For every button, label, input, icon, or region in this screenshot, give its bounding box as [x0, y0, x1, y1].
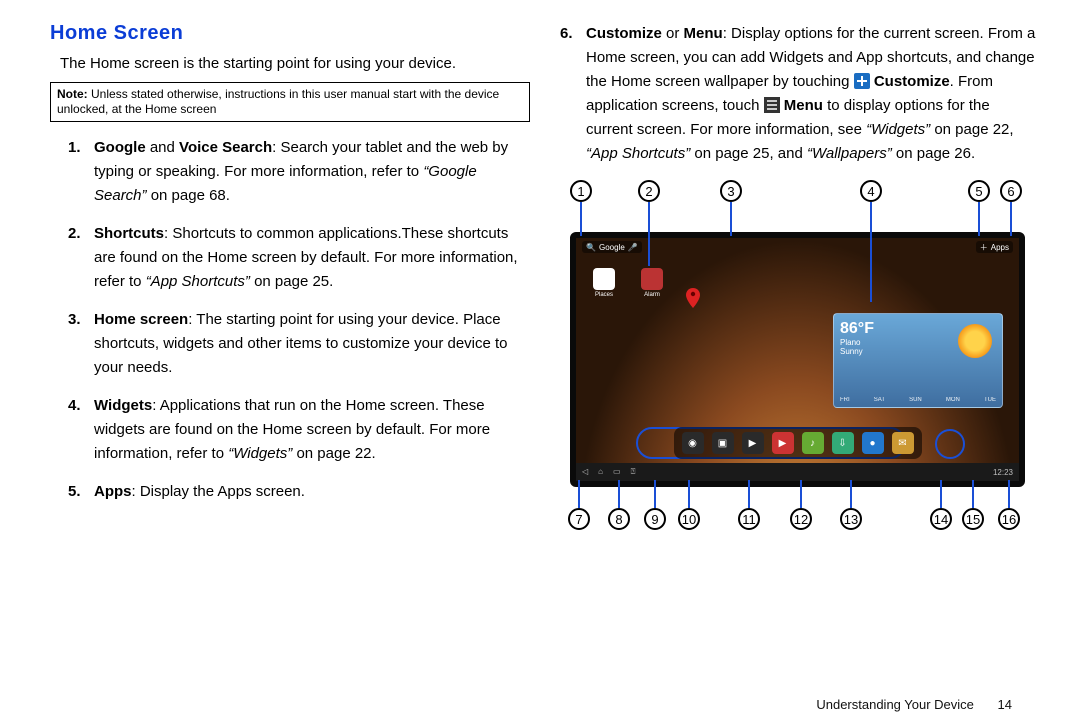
callout: 1	[570, 180, 592, 202]
shortcut-alarm[interactable]: Alarm	[638, 268, 666, 298]
item-term: Home screen	[94, 311, 188, 328]
callout: 7	[568, 508, 590, 530]
list-item: 2. Shortcuts: Shortcuts to common applic…	[68, 222, 530, 294]
section-heading: Home Screen	[50, 22, 530, 45]
list-item: 3. Home screen: The starting point for u…	[68, 308, 530, 380]
list-item: 4. Widgets: Applications that run on the…	[68, 394, 530, 466]
shortcut-places[interactable]: Places	[590, 268, 618, 298]
note-text: Unless stated otherwise, instructions in…	[57, 87, 499, 116]
callout: 12	[790, 508, 812, 530]
callout: 3	[720, 180, 742, 202]
note-box: Note: Unless stated otherwise, instructi…	[50, 82, 530, 122]
apps-chip[interactable]: ＋ Apps	[976, 241, 1013, 253]
list-item: 1. Google and Voice Search: Search your …	[68, 136, 530, 208]
callout: 10	[678, 508, 700, 530]
callout: 4	[860, 180, 882, 202]
item-term: Google	[94, 139, 146, 156]
item-number: 3.	[68, 308, 81, 332]
item-number: 6.	[560, 22, 573, 46]
map-pin-icon	[686, 288, 700, 308]
clock: 12:23	[993, 468, 1013, 477]
callout: 15	[962, 508, 984, 530]
dock: ◉ ▣ ▶ ▶ ♪ ⇩ ● ✉	[674, 427, 922, 459]
list-item: 6. Customize or Menu: Display options fo…	[560, 22, 1040, 166]
callout: 14	[930, 508, 952, 530]
item-term: Apps	[94, 483, 132, 500]
page-footer: Understanding Your Device 14	[816, 697, 1012, 712]
weather-widget[interactable]: 86°F Plano Sunny FRI SAT SUN MON TUE	[833, 313, 1003, 408]
callout: 2	[638, 180, 660, 202]
item-term: Shortcuts	[94, 225, 164, 242]
right-column: 6. Customize or Menu: Display options fo…	[560, 22, 1040, 540]
item-number: 1.	[68, 136, 81, 160]
note-label: Note:	[57, 87, 88, 101]
callout: 13	[840, 508, 862, 530]
numbered-list-cont: 6. Customize or Menu: Display options fo…	[560, 22, 1040, 166]
footer-page: 14	[998, 697, 1012, 712]
home-icon[interactable]: ⌂	[598, 467, 603, 477]
callout: 11	[738, 508, 760, 530]
dock-music[interactable]: ♪	[802, 432, 824, 454]
dock-video[interactable]: ▶	[742, 432, 764, 454]
browser-ring	[935, 429, 965, 459]
system-bar: ◁ ⌂ ▭ ⍰ 12:23	[576, 463, 1019, 481]
screenshot-icon[interactable]: ⍰	[631, 467, 636, 477]
intro-text: The Home screen is the starting point fo…	[60, 55, 530, 72]
plus-icon	[854, 73, 870, 89]
list-item: 5. Apps: Display the Apps screen.	[68, 480, 530, 504]
item-number: 2.	[68, 222, 81, 246]
left-column: Home Screen The Home screen is the start…	[50, 22, 530, 540]
item-number: 4.	[68, 394, 81, 418]
item-number: 5.	[68, 480, 81, 504]
callout: 5	[968, 180, 990, 202]
item-term: Widgets	[94, 397, 152, 414]
cross-ref: “App Shortcuts”	[146, 273, 250, 290]
callout: 16	[998, 508, 1020, 530]
footer-section: Understanding Your Device	[816, 697, 974, 712]
back-icon[interactable]: ◁	[582, 467, 588, 477]
google-search-chip[interactable]: 🔍 Google 🎤	[582, 241, 642, 253]
status-row: 🔍 Google 🎤 ＋ Apps	[576, 241, 1019, 257]
home-shortcuts: Places Alarm	[590, 268, 666, 298]
callout: 6	[1000, 180, 1022, 202]
cross-ref: “Widgets”	[228, 445, 292, 462]
dock-camera[interactable]: ◉	[682, 432, 704, 454]
callout: 9	[644, 508, 666, 530]
recents-icon[interactable]: ▭	[613, 467, 621, 477]
numbered-list: 1. Google and Voice Search: Search your …	[68, 136, 530, 504]
sun-icon	[958, 324, 992, 358]
dock-gallery[interactable]: ▣	[712, 432, 734, 454]
dock-browser[interactable]: ●	[862, 432, 884, 454]
tablet-screenshot: 🔍 Google 🎤 ＋ Apps Places Alarm 86°F Plan…	[570, 232, 1025, 487]
home-screen-figure: 1 2 3 4 5 6 🔍 Google 🎤 ＋ Apps Places Ala…	[560, 180, 1035, 540]
menu-icon	[764, 97, 780, 113]
dock-market[interactable]: ⇩	[832, 432, 854, 454]
callout: 8	[608, 508, 630, 530]
dock-email[interactable]: ✉	[892, 432, 914, 454]
dock-youtube[interactable]: ▶	[772, 432, 794, 454]
